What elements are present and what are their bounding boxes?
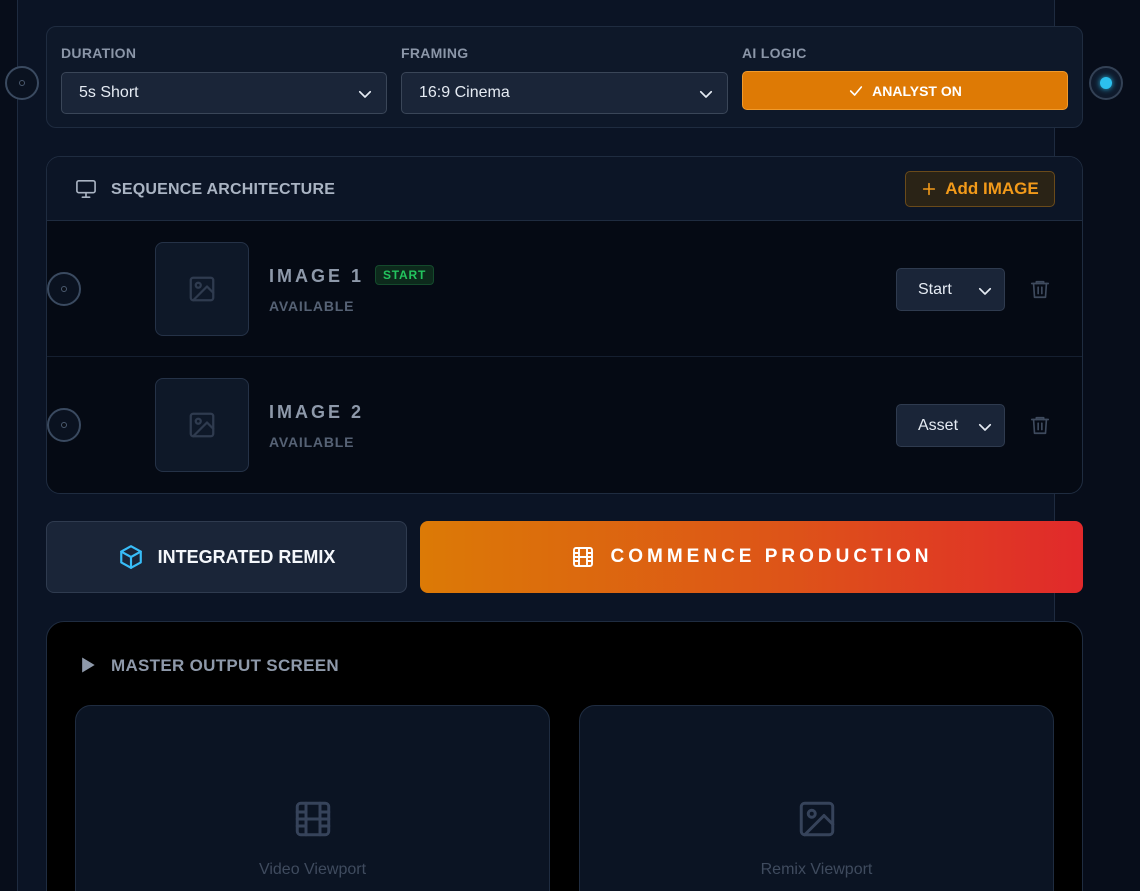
remix-viewport[interactable]: Remix Viewport [579, 705, 1054, 891]
connector-node[interactable] [47, 408, 81, 442]
duration-select[interactable]: 5s Short [61, 72, 387, 114]
remix-viewport-label: Remix Viewport [760, 861, 873, 878]
role-select[interactable]: Start [896, 268, 1005, 311]
start-badge: START [375, 265, 435, 285]
master-output-title: MASTER OUTPUT SCREEN [111, 656, 339, 675]
integrated-remix-label: INTEGRATED REMIX [157, 546, 336, 567]
plus-icon [923, 182, 936, 196]
duration-label: DURATION [61, 45, 137, 61]
add-image-label: Add IMAGE [945, 179, 1039, 198]
add-image-button[interactable]: Add IMAGE [905, 171, 1055, 207]
master-output-panel: MASTER OUTPUT SCREEN Video Viewport Remi… [46, 621, 1083, 891]
check-icon [850, 85, 863, 96]
image-title: IMAGE 1 [269, 266, 365, 286]
image-title: IMAGE 2 [269, 402, 365, 422]
sequence-title: SEQUENCE ARCHITECTURE [111, 181, 336, 198]
video-viewport[interactable]: Video Viewport [75, 705, 550, 891]
integrated-remix-button[interactable]: INTEGRATED REMIX [46, 521, 407, 593]
connector-node[interactable] [5, 66, 39, 100]
video-viewport-label: Video Viewport [258, 861, 367, 878]
analyst-toggle-label: ANALYST ON [872, 82, 962, 99]
cube-icon [119, 545, 142, 569]
trash-icon[interactable] [1029, 277, 1051, 301]
film-icon [572, 547, 593, 567]
framing-value: 16:9 Cinema [419, 84, 510, 101]
settings-panel: DURATION 5s Short FRAMING 16:9 Cinema AI… [46, 26, 1083, 128]
image-icon [799, 801, 834, 837]
trash-icon[interactable] [1029, 413, 1051, 437]
image-status: AVAILABLE [269, 434, 355, 450]
role-value: Start [918, 280, 952, 298]
image-thumbnail[interactable] [155, 242, 249, 336]
chevron-down-icon [978, 287, 992, 295]
framing-select[interactable]: 16:9 Cinema [401, 72, 728, 114]
duration-value: 5s Short [79, 84, 139, 101]
role-value: Asset [918, 416, 959, 434]
analyst-toggle-button[interactable]: ANALYST ON [742, 71, 1068, 110]
commence-production-label: COMMENCE PRODUCTION [610, 546, 933, 567]
role-select[interactable]: Asset [896, 404, 1005, 447]
sequence-header: SEQUENCE ARCHITECTURE Add IMAGE [47, 157, 1082, 221]
chevron-down-icon [358, 90, 372, 98]
sequence-item: IMAGE 2 AVAILABLE Asset [47, 357, 1082, 493]
chevron-down-icon [978, 423, 992, 431]
sequence-panel: SEQUENCE ARCHITECTURE Add IMAGE IMAGE 1 … [46, 156, 1083, 494]
connector-node[interactable] [47, 272, 81, 306]
sequence-item: IMAGE 1 START AVAILABLE Start [47, 221, 1082, 357]
film-icon [295, 801, 330, 837]
ai-logic-label: AI LOGIC [742, 45, 807, 61]
image-icon [189, 412, 215, 438]
chevron-down-icon [699, 90, 713, 98]
image-icon [189, 276, 215, 302]
monitor-icon [76, 180, 96, 198]
connector-node-active[interactable] [1089, 66, 1123, 100]
image-status: AVAILABLE [269, 298, 355, 314]
framing-label: FRAMING [401, 45, 469, 61]
image-thumbnail[interactable] [155, 378, 249, 472]
play-icon [82, 657, 95, 673]
commence-production-button[interactable]: COMMENCE PRODUCTION [420, 521, 1083, 593]
